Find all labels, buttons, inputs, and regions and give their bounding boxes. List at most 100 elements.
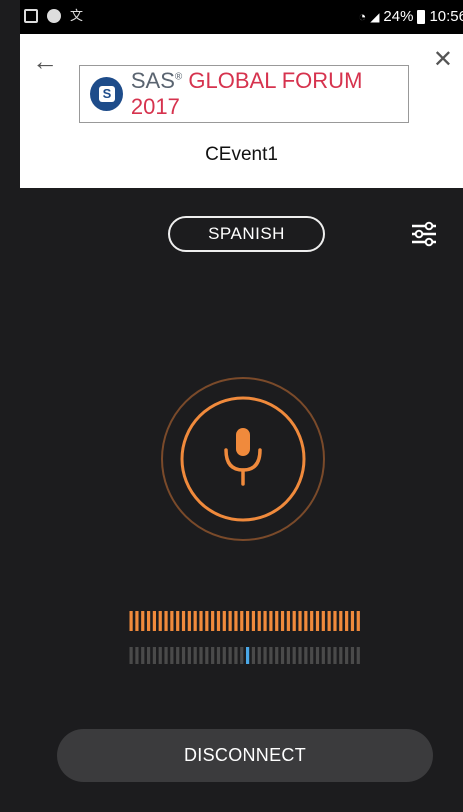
level-bar [135,611,139,631]
level-bar [222,611,226,631]
balance-tick [176,647,180,664]
level-bar [240,611,244,631]
balance-tick [152,647,156,664]
event-logo: S SAS® GLOBAL FORUM 2017 [79,65,409,123]
balance-tick [129,647,133,664]
battery-percent: 24% [383,8,414,25]
level-bar [181,611,186,631]
balance-tick [240,647,244,664]
balance-tick [187,647,191,664]
balance-tick [345,647,349,664]
level-bar [286,611,290,631]
level-bar [251,611,256,631]
level-bar [158,611,162,631]
level-bar [298,611,302,631]
balance-tick [304,647,308,664]
level-bar [211,611,215,631]
balance-tick [263,647,267,664]
balance-tick [211,647,215,664]
balance-tick [286,647,290,664]
app-notification-icon [47,9,61,23]
balance-tick [158,647,162,664]
wifi-icon: ◔ [358,9,367,24]
level-bar [310,611,314,631]
header: ← ✕ S SAS® GLOBAL FORUM 2017 CEvent1 [20,34,463,188]
balance-tick [141,647,145,664]
balance-tick [321,647,325,664]
balance-tick [234,647,238,664]
balance-tick [327,647,331,664]
sas-globe-icon: S [90,77,123,111]
balance-tick [193,647,197,664]
audio-level-meter [129,611,360,631]
balance-tick [269,647,273,664]
balance-tick [310,647,314,664]
level-bar [216,611,221,631]
balance-tick [315,647,320,664]
balance-tick [135,647,139,664]
signal-icon: ◢ [370,9,380,24]
level-bar [246,611,250,631]
balance-tick [199,647,203,664]
gallery-icon [24,9,38,23]
level-bar [146,611,151,631]
balance-tick [339,647,343,664]
level-bar [164,611,168,631]
level-bar [304,611,308,631]
level-bar [350,611,355,631]
balance-indicator [246,647,250,664]
balance-tick [146,647,151,664]
balance-tick [257,647,261,664]
level-bar [280,611,285,631]
balance-tick [164,647,168,664]
level-bar [176,611,180,631]
balance-tick [275,647,279,664]
level-bar [263,611,267,631]
disconnect-button[interactable]: DISCONNECT [57,729,433,782]
back-arrow-icon[interactable]: ← [32,48,58,74]
level-bar [292,611,296,631]
balance-tick [205,647,209,664]
balance-tick [356,647,360,664]
status-bar: 文 ◔ ◢ 24% 10:56 [20,0,463,34]
settings-sliders-icon[interactable] [410,221,438,247]
balance-tick [333,647,337,664]
battery-icon [417,9,426,24]
translate-icon: 文 [70,8,84,23]
level-bar [141,611,145,631]
level-bar [345,611,349,631]
balance-tick [222,647,226,664]
microphone-button[interactable] [160,376,326,542]
balance-tick [216,647,221,664]
level-bar [199,611,203,631]
level-bar [257,611,261,631]
balance-tick [298,647,302,664]
level-bar [269,611,273,631]
level-bar [333,611,337,631]
level-bar [193,611,197,631]
language-selector[interactable]: SPANISH [168,216,325,252]
close-icon[interactable]: ✕ [433,48,453,72]
balance-meter [129,647,360,664]
balance-tick [292,647,296,664]
level-bar [275,611,279,631]
level-bar [315,611,320,631]
level-bar [327,611,331,631]
balance-tick [228,647,232,664]
balance-tick [170,647,174,664]
level-bar [187,611,191,631]
level-bar [321,611,325,631]
microphone-icon [224,428,262,486]
level-bar [170,611,174,631]
level-bar [152,611,156,631]
level-bar [129,611,133,631]
logo-text: SAS® GLOBAL FORUM 2017 [130,68,363,119]
balance-tick [181,647,186,664]
balance-tick [251,647,256,664]
level-bar [339,611,343,631]
balance-tick [280,647,285,664]
level-bar [356,611,360,631]
level-bar [205,611,209,631]
balance-tick [350,647,355,664]
level-bar [234,611,238,631]
